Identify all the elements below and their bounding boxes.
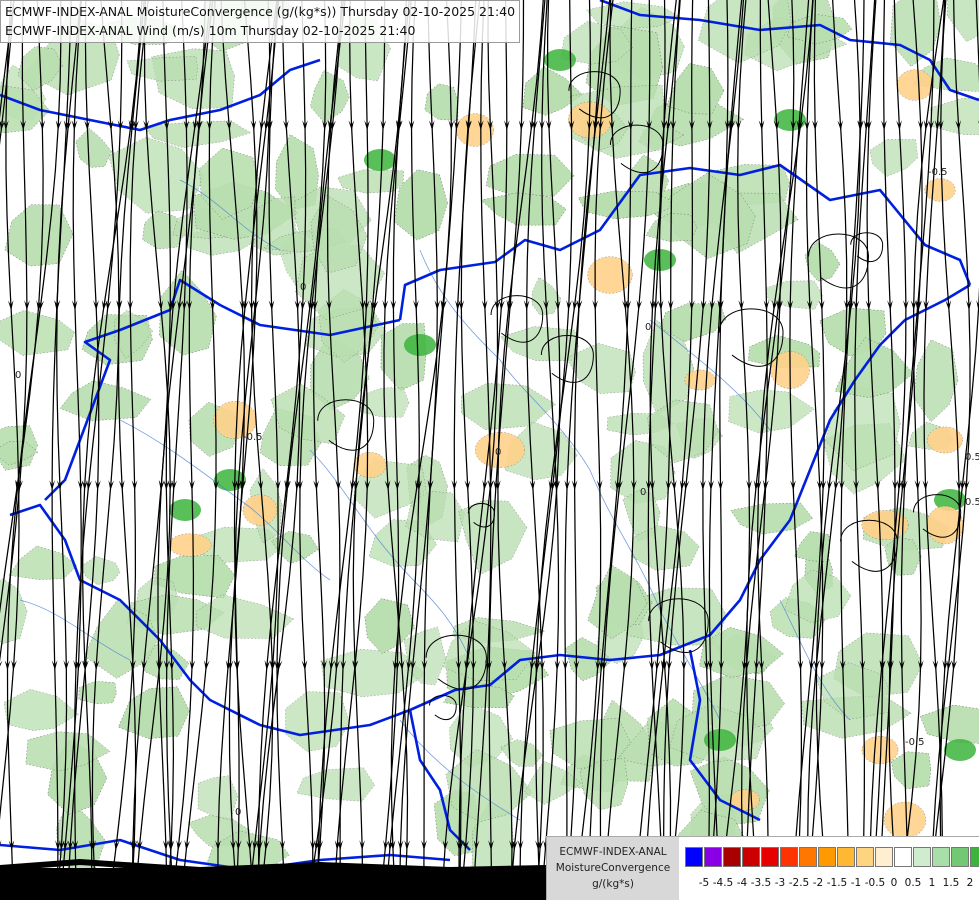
legend-swatch (799, 847, 817, 867)
legend-tick-label: -4.5 (712, 877, 734, 889)
contour-label: 0 (15, 370, 21, 381)
legend-swatch (685, 847, 703, 867)
divergence-area (456, 113, 494, 147)
legend-tick-label: 1.5 (942, 877, 960, 889)
legend-swatch (818, 847, 836, 867)
divergence-area (896, 69, 934, 101)
legend-tick-label: -0.5 (864, 877, 886, 889)
weather-map: 0 0 0 0 0 -0.5 -0.5 0.5 0.5 -0.5 0 ECMWF-INDEX-ANA… (0, 0, 979, 900)
legend-tick-label: -2.5 (788, 877, 810, 889)
divergence-area (168, 533, 212, 557)
legend-source: ECMWF-INDEX-ANAL (559, 846, 667, 858)
legend-swatch (875, 847, 893, 867)
contour-label: -0.5 (905, 737, 925, 748)
legend-swatch (837, 847, 855, 867)
divergence-area (587, 256, 633, 294)
map-canvas: 0 0 0 0 0 -0.5 -0.5 0.5 0.5 -0.5 0 (0, 0, 979, 900)
divergence-area (883, 801, 927, 839)
contour-label: 0 (645, 322, 651, 333)
title-moisture-convergence: ECMWF-INDEX-ANAL MoistureConvergence (g/… (5, 4, 516, 19)
legend-swatch (742, 847, 760, 867)
no-data-strip (0, 868, 546, 900)
strong-convergence-area (944, 739, 976, 761)
contour-label: 0 (640, 487, 646, 498)
legend-swatch (951, 847, 969, 867)
contour-label: -0.5 (243, 432, 263, 443)
legend-tick-label: -3.5 (750, 877, 772, 889)
legend-swatch (856, 847, 874, 867)
legend-tick-label: -5 (698, 877, 710, 889)
legend-swatch (761, 847, 779, 867)
legend-tick-label: 0.5 (904, 877, 922, 889)
legend-swatch (913, 847, 931, 867)
contour-label: 0.5 (965, 452, 979, 463)
contour-label: 0 (235, 807, 241, 818)
contour-label: 0.5 (965, 497, 979, 508)
legend-swatch (932, 847, 950, 867)
divergence-area (242, 494, 278, 526)
legend-swatch (704, 847, 722, 867)
legend-tick-label: 1 (928, 877, 936, 889)
legend-swatch (723, 847, 741, 867)
legend-unit: g/(kg*s) (592, 878, 634, 890)
legend-tick-label: -4 (736, 877, 748, 889)
title-wind: ECMWF-INDEX-ANAL Wind (m/s) 10m Thursday… (5, 23, 416, 38)
contour-label: 0 (495, 447, 501, 458)
color-legend: ECMWF-INDEX-ANAL MoistureConvergence g/(… (546, 836, 979, 900)
legend-swatch (780, 847, 798, 867)
legend-tick-label: -2 (812, 877, 824, 889)
legend-tick-label: 0 (890, 877, 898, 889)
divergence-area (861, 510, 909, 540)
strong-convergence-area (404, 334, 436, 356)
legend-tick-label: -1.5 (826, 877, 848, 889)
strong-convergence-area (169, 499, 201, 521)
legend-label-panel: ECMWF-INDEX-ANAL MoistureConvergence g/(… (547, 837, 679, 900)
legend-swatch (894, 847, 912, 867)
divergence-area (924, 178, 956, 202)
map-title-box: ECMWF-INDEX-ANAL MoistureConvergence (g/… (0, 0, 521, 43)
contour-label: -0.5 (928, 167, 948, 178)
legend-parameter: MoistureConvergence (555, 862, 671, 874)
legend-tick-label: -1 (850, 877, 862, 889)
legend-ticks: -5 -4.5 -4 -3.5 -3 -2.5 -2 -1.5 -1 -0.5 0 0.5 1 1.5 2 (685, 877, 979, 891)
legend-swatch (970, 847, 979, 867)
contour-label: 0 (300, 282, 306, 293)
legend-tick-label: 2 (966, 877, 974, 889)
strong-convergence-area (364, 149, 396, 171)
legend-swatches (685, 847, 979, 867)
legend-tick-label: -3 (774, 877, 786, 889)
